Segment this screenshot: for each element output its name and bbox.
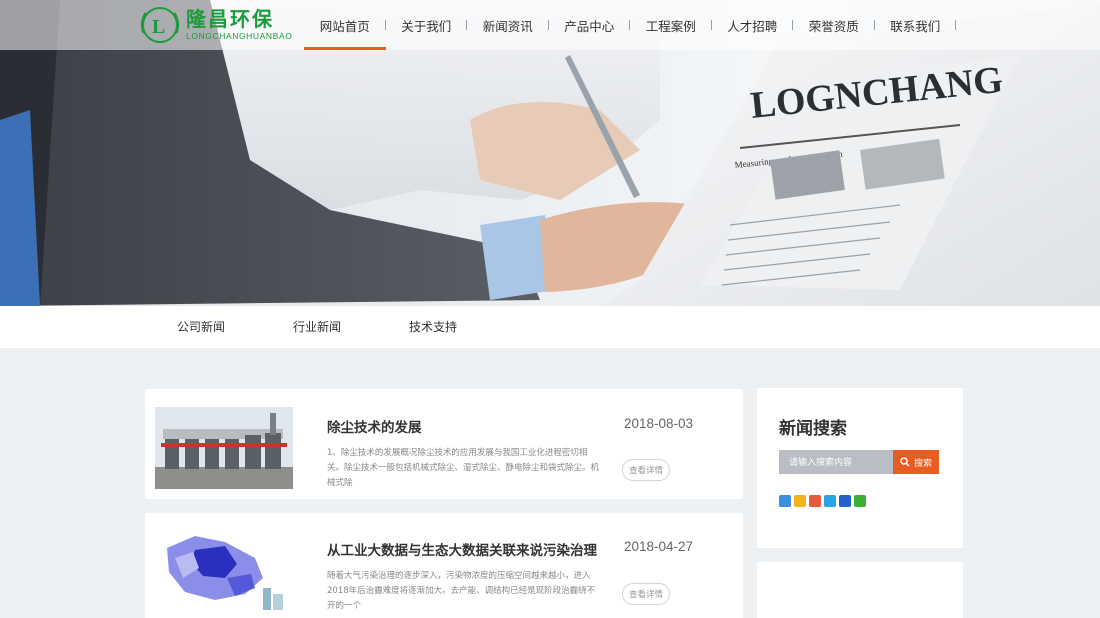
- top-navbar: L 隆昌环保 LONGCHANGHUANBAO 网站首页 关于我们 新闻资讯 产…: [0, 0, 1100, 50]
- wechat-icon[interactable]: [854, 495, 866, 507]
- renren-icon[interactable]: [839, 495, 851, 507]
- search-panel-title: 新闻搜索: [779, 419, 847, 439]
- nav-item-news[interactable]: 新闻资讯: [467, 0, 549, 50]
- qzone-icon[interactable]: [794, 495, 806, 507]
- share-bar: [779, 495, 866, 507]
- news-excerpt: 1、除尘技术的发展概况除尘技术的应用发展与我国工业化进程密切相关。除尘技术一般包…: [327, 448, 600, 488]
- tencent-weibo-icon[interactable]: [824, 495, 836, 507]
- main-nav: 网站首页 关于我们 新闻资讯 产品中心 工程案例 人才招聘 荣誉资质 联系我们: [304, 0, 956, 50]
- news-thumbnail-pollution-map: [155, 528, 293, 610]
- nav-item-products[interactable]: 产品中心: [549, 0, 630, 50]
- subnav-industry-news[interactable]: 行业新闻: [293, 306, 341, 348]
- search-icon: [900, 457, 910, 467]
- logo-emblem-icon: L: [140, 7, 180, 43]
- site-logo[interactable]: L 隆昌环保 LONGCHANGHUANBAO: [138, 4, 292, 46]
- news-card[interactable]: 从工业大数据与生态大数据关联来说污染治理 2018-04-27 随着大气污染治理…: [145, 513, 743, 618]
- nav-item-honors[interactable]: 荣誉资质: [793, 0, 875, 50]
- news-search-panel: 新闻搜索 搜索: [757, 388, 963, 548]
- nav-label: 新闻资讯: [482, 18, 533, 34]
- news-excerpt: 随着大气污染治理的逐步深入，污染物浓度的压缩空间越来越小，进入2018年后治霾难…: [327, 571, 596, 611]
- nav-label: 联系我们: [890, 18, 941, 34]
- nav-item-jobs[interactable]: 人才招聘: [712, 0, 793, 50]
- news-date: 2018-08-03: [624, 416, 694, 431]
- logo-name-cn: 隆昌环保: [186, 7, 274, 31]
- nav-label: 关于我们: [401, 18, 452, 34]
- nav-label: 工程案例: [645, 18, 696, 34]
- news-title[interactable]: 除尘技术的发展: [327, 416, 422, 436]
- news-date: 2018-04-27: [624, 539, 694, 554]
- subnav-company-news[interactable]: 公司新闻: [177, 306, 225, 348]
- nav-label: 产品中心: [564, 18, 615, 34]
- news-category-bar: 公司新闻 行业新闻 技术支持: [0, 306, 1100, 348]
- share-more-icon[interactable]: [779, 495, 791, 507]
- nav-item-contact[interactable]: 联系我们: [875, 0, 956, 50]
- read-more-button[interactable]: 查看详情: [622, 459, 670, 481]
- news-card[interactable]: 除尘技术的发展 2018-08-03 1、除尘技术的发展概况除尘技术的应用发展与…: [145, 389, 743, 499]
- nav-item-home[interactable]: 网站首页: [304, 0, 386, 50]
- nav-item-cases[interactable]: 工程案例: [630, 0, 712, 50]
- logo-name-en: LONGCHANGHUANBAO: [186, 31, 293, 41]
- news-title[interactable]: 从工业大数据与生态大数据关联来说污染治理: [327, 539, 597, 559]
- read-more-button[interactable]: 查看详情: [622, 583, 670, 605]
- nav-label: 荣誉资质: [808, 18, 859, 34]
- sidebar-panel-secondary: [757, 562, 963, 618]
- news-thumbnail-dust-plant: [155, 407, 293, 489]
- search-input[interactable]: [779, 450, 893, 474]
- nav-label: 人才招聘: [727, 18, 778, 34]
- subnav-tech-support[interactable]: 技术支持: [409, 306, 457, 348]
- search-button-label: 搜索: [913, 458, 932, 469]
- svg-text:L: L: [152, 16, 165, 38]
- weibo-icon[interactable]: [809, 495, 821, 507]
- nav-label: 网站首页: [319, 18, 370, 34]
- nav-item-about[interactable]: 关于我们: [386, 0, 467, 50]
- search-button[interactable]: 搜索: [893, 450, 939, 474]
